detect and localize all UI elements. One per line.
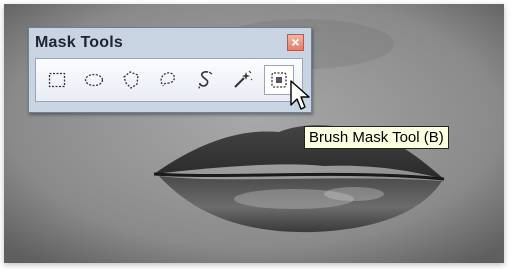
smart-edge-lasso-icon: [198, 71, 213, 90]
brush-mask-icon: [271, 72, 287, 88]
tooltip: Brush Mask Tool (B): [304, 126, 449, 149]
freehand-mask-tool[interactable]: [153, 65, 183, 95]
magic-wand-tool[interactable]: [227, 65, 257, 95]
dashed-polygon-icon: [123, 71, 139, 89]
mouse-cursor-icon: [290, 80, 310, 110]
close-button[interactable]: ×: [287, 34, 304, 51]
magic-wand-icon: [234, 70, 253, 88]
mask-tools-palette: Mask Tools ×: [28, 27, 312, 113]
smart-edge-mask-tool[interactable]: [190, 65, 220, 95]
palette-title: Mask Tools: [35, 34, 123, 51]
dashed-ellipse-icon: [84, 73, 104, 87]
dashed-rectangle-icon: [48, 72, 66, 88]
ellipse-mask-tool[interactable]: [79, 65, 109, 95]
dashed-lasso-icon: [160, 72, 176, 87]
mask-toolbar: [35, 58, 303, 102]
polygon-mask-tool[interactable]: [116, 65, 146, 95]
rectangle-mask-tool[interactable]: [42, 65, 72, 95]
